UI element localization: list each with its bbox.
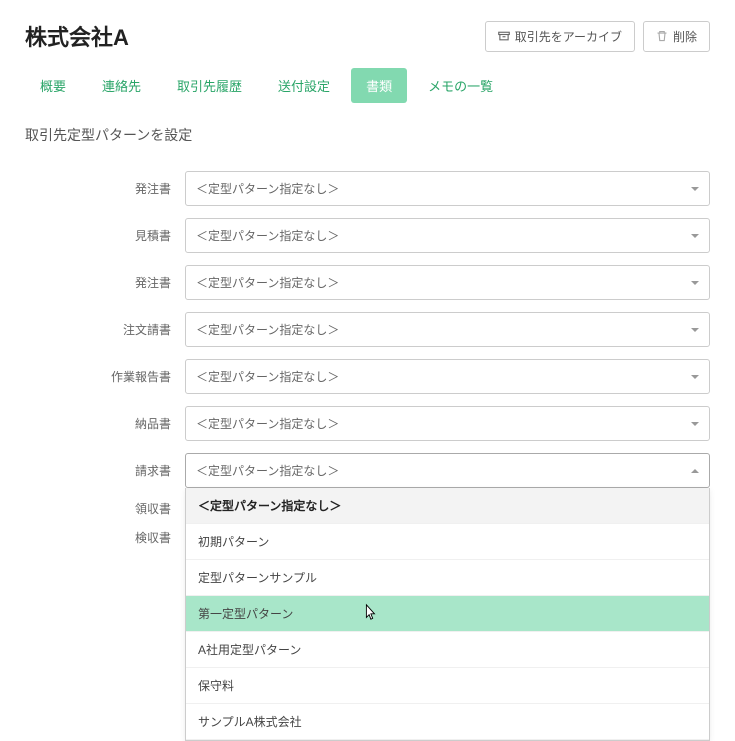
tab-memos[interactable]: メモの一覧 bbox=[413, 68, 508, 103]
archive-icon bbox=[498, 30, 510, 42]
row-label: 注文請書 bbox=[25, 321, 185, 338]
row-label: 納品書 bbox=[25, 415, 185, 432]
row-label: 請求書 bbox=[25, 462, 185, 479]
dropdown-option[interactable]: 保守料 bbox=[186, 668, 709, 704]
tab-contacts[interactable]: 連絡先 bbox=[87, 68, 156, 103]
tabs: 概要 連絡先 取引先履歴 送付設定 書類 メモの一覧 bbox=[25, 68, 710, 103]
select-nouhin[interactable]: ＜定型パターン指定なし＞ bbox=[185, 406, 710, 441]
select-value: ＜定型パターン指定なし＞ bbox=[196, 462, 339, 479]
select-value: ＜定型パターン指定なし＞ bbox=[196, 274, 339, 291]
dropdown-option[interactable]: 定型パターンサンプル bbox=[186, 560, 709, 596]
select-mitsumori[interactable]: ＜定型パターン指定なし＞ bbox=[185, 218, 710, 253]
section-title: 取引先定型パターンを設定 bbox=[25, 125, 710, 153]
select-hatchu2[interactable]: ＜定型パターン指定なし＞ bbox=[185, 265, 710, 300]
chevron-down-icon bbox=[691, 422, 699, 426]
header-actions: 取引先をアーカイブ 削除 bbox=[485, 21, 710, 52]
trash-icon bbox=[656, 30, 668, 42]
chevron-down-icon bbox=[691, 234, 699, 238]
delete-label: 削除 bbox=[673, 28, 697, 45]
dropdown-option[interactable]: 初期パターン bbox=[186, 524, 709, 560]
select-value: ＜定型パターン指定なし＞ bbox=[196, 321, 339, 338]
dropdown-option[interactable]: サンプルA株式会社 bbox=[186, 704, 709, 740]
select-seikyu[interactable]: ＜定型パターン指定なし＞ bbox=[185, 453, 710, 488]
select-sagyou[interactable]: ＜定型パターン指定なし＞ bbox=[185, 359, 710, 394]
chevron-down-icon bbox=[691, 375, 699, 379]
archive-button[interactable]: 取引先をアーカイブ bbox=[485, 21, 635, 52]
select-value: ＜定型パターン指定なし＞ bbox=[196, 415, 339, 432]
page-title: 株式会社A bbox=[25, 20, 129, 52]
chevron-down-icon bbox=[691, 187, 699, 191]
select-value: ＜定型パターン指定なし＞ bbox=[196, 368, 339, 385]
row-label: 作業報告書 bbox=[25, 368, 185, 385]
chevron-up-icon bbox=[691, 469, 699, 473]
select-chumon[interactable]: ＜定型パターン指定なし＞ bbox=[185, 312, 710, 347]
dropdown-option[interactable]: ＜定型パターン指定なし＞ bbox=[186, 488, 709, 524]
row-label: 検収書 bbox=[25, 529, 185, 546]
dropdown-menu: ＜定型パターン指定なし＞ 初期パターン 定型パターンサンプル 第一定型パターン … bbox=[185, 488, 710, 741]
chevron-down-icon bbox=[691, 281, 699, 285]
dropdown-option[interactable]: 第一定型パターン bbox=[186, 596, 709, 632]
row-label: 見積書 bbox=[25, 227, 185, 244]
row-label: 領収書 bbox=[25, 500, 185, 517]
chevron-down-icon bbox=[691, 328, 699, 332]
row-label: 発注書 bbox=[25, 274, 185, 291]
select-hatchu1[interactable]: ＜定型パターン指定なし＞ bbox=[185, 171, 710, 206]
delete-button[interactable]: 削除 bbox=[643, 21, 710, 52]
tab-delivery[interactable]: 送付設定 bbox=[263, 68, 345, 103]
select-value: ＜定型パターン指定なし＞ bbox=[196, 227, 339, 244]
dropdown-option[interactable]: A社用定型パターン bbox=[186, 632, 709, 668]
select-value: ＜定型パターン指定なし＞ bbox=[196, 180, 339, 197]
archive-label: 取引先をアーカイブ bbox=[515, 28, 622, 45]
tab-overview[interactable]: 概要 bbox=[25, 68, 81, 103]
tab-history[interactable]: 取引先履歴 bbox=[162, 68, 257, 103]
row-label: 発注書 bbox=[25, 180, 185, 197]
tab-documents[interactable]: 書類 bbox=[351, 68, 407, 103]
form: 発注書 ＜定型パターン指定なし＞ 見積書 ＜定型パターン指定なし＞ 発注書 ＜定… bbox=[25, 171, 710, 546]
